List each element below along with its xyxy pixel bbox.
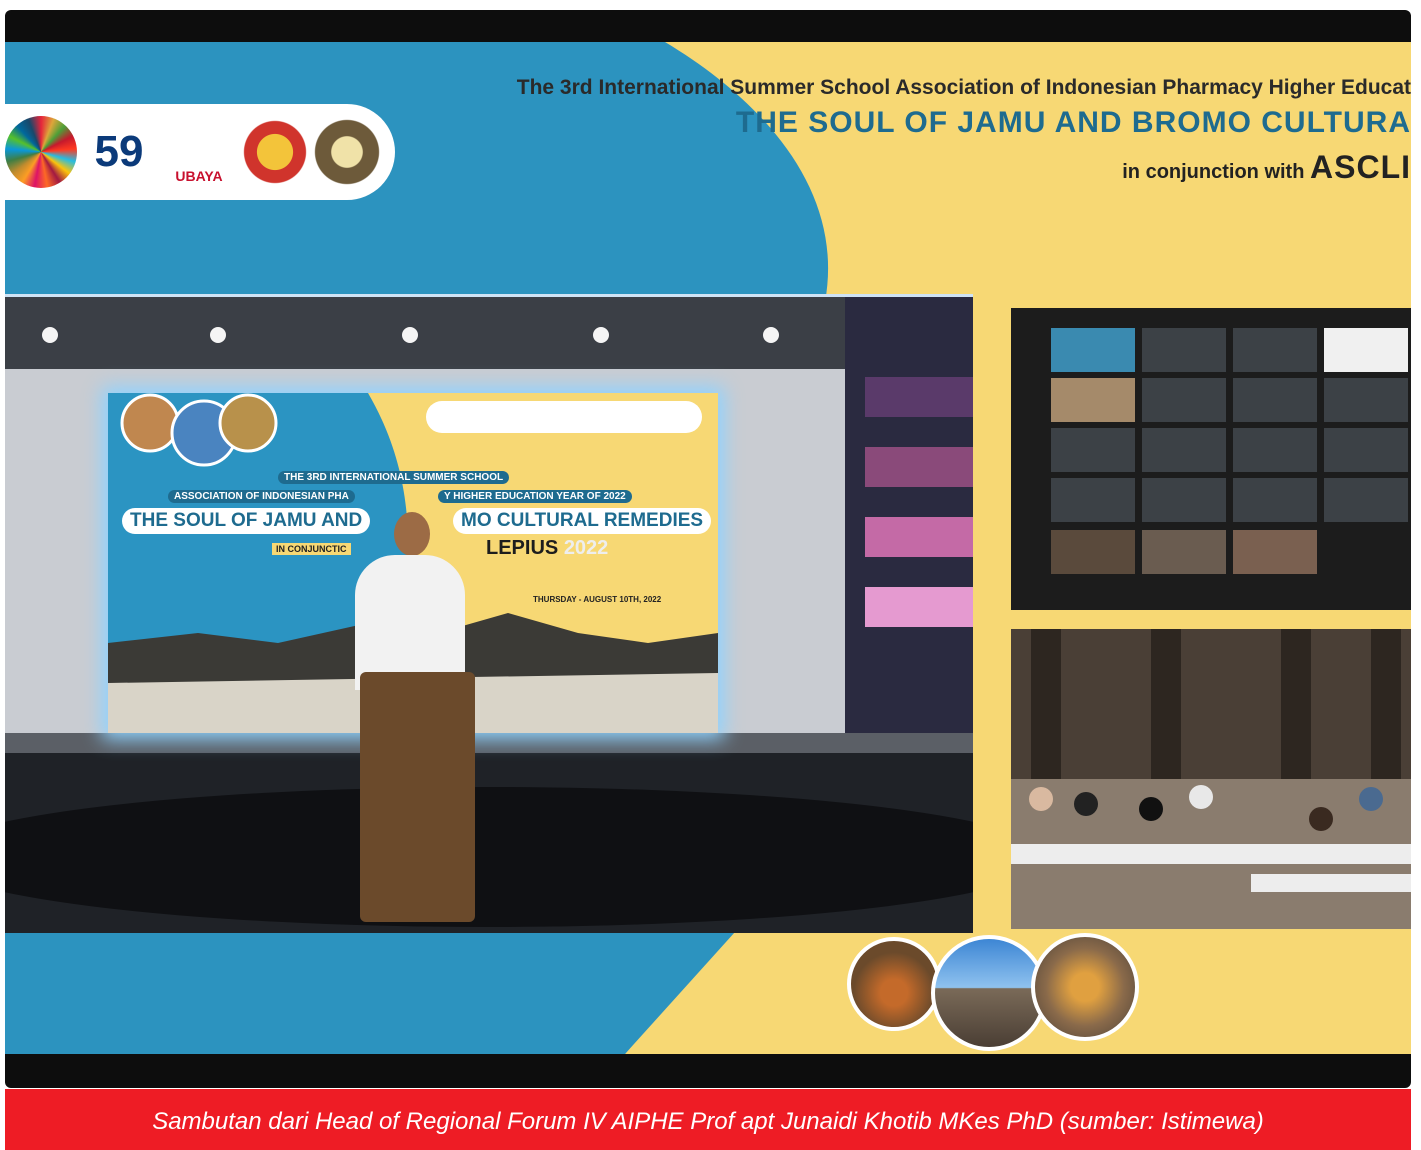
header-line-2: THE SOUL OF JAMU AND BROMO CULTURA [735, 106, 1411, 139]
ubaya-logo: UBAYA [163, 116, 235, 188]
caption-bar: Sambutan dari Head of Regional Forum IV … [5, 1089, 1411, 1150]
food-circle-image [1031, 933, 1139, 1041]
zoom-tile [1142, 378, 1226, 422]
classroom-scene [1011, 629, 1411, 929]
zoom-tile [1324, 478, 1408, 522]
header-brand: ASCLI [1310, 149, 1411, 185]
screen-date: THURSDAY - AUGUST 10TH, 2022 [533, 595, 662, 604]
sdg-logo [5, 116, 77, 188]
zoom-tile [1051, 378, 1135, 422]
zoom-tile [1233, 428, 1317, 472]
zoom-tile [1233, 530, 1317, 574]
zoom-tile [1051, 530, 1135, 574]
zoom-tile [1233, 378, 1317, 422]
universitas-jember-logo [311, 116, 383, 188]
caption-text: Sambutan dari Head of Regional Forum IV … [152, 1108, 1264, 1135]
screen-line-2b: Y HIGHER EDUCATION YEAR OF 2022 [438, 490, 632, 503]
zoom-tile [1051, 478, 1135, 522]
screen-title-b: MO CULTURAL REMEDIES [453, 508, 712, 534]
bromo-circle-image [931, 935, 1047, 1051]
anniversary-59-logo: 59 [83, 116, 155, 188]
zoom-tile [1233, 328, 1317, 372]
classroom-photo [1007, 625, 1411, 933]
zoom-tile [1324, 328, 1408, 372]
jamu-circle-image [847, 937, 941, 1031]
zoom-tile [1142, 328, 1226, 372]
zoom-gallery [1007, 304, 1411, 614]
photo-frame: 59 UBAYA The 3rd International Summer Sc… [5, 10, 1411, 1088]
zoom-tile [1324, 530, 1408, 574]
header-line-1: The 3rd International Summer School Asso… [516, 76, 1411, 99]
virtual-stage: THE 3RD INTERNATIONAL SUMMER SCHOOL ASSO… [5, 294, 973, 933]
sponsor-logo-banner: 59 UBAYA [5, 104, 395, 200]
header-line-3: in conjunction with ASCLI [1122, 149, 1411, 186]
header-conjunction: in conjunction with [1122, 161, 1305, 183]
podium [360, 672, 475, 922]
zoom-tile [1142, 530, 1226, 574]
ubaya-logo-text: UBAYA [175, 168, 223, 184]
zoom-tile [1324, 378, 1408, 422]
screen-title-a: THE SOUL OF JAMU AND [122, 508, 371, 534]
screen-conjunction: IN CONJUNCTIC [272, 543, 351, 555]
screen-brand-year: 2022 [563, 537, 609, 559]
screen-line-1: THE 3RD INTERNATIONAL SUMMER SCHOOL [278, 471, 510, 484]
speaker-head [394, 512, 430, 556]
zoom-tile [1142, 428, 1226, 472]
university-crest-logo [239, 116, 311, 188]
screen-brand-text: LEPIUS [486, 537, 559, 559]
screen-line-2: ASSOCIATION OF INDONESIAN PHA [168, 490, 355, 503]
event-photo: 59 UBAYA The 3rd International Summer Sc… [5, 42, 1411, 1054]
zoom-tile [1142, 478, 1226, 522]
zoom-tile [1051, 328, 1135, 372]
screen-brand: LEPIUS 2022 [486, 537, 608, 560]
speaker [355, 555, 465, 690]
zoom-tile [1233, 478, 1317, 522]
zoom-tile [1324, 428, 1408, 472]
zoom-tile [1051, 428, 1135, 472]
